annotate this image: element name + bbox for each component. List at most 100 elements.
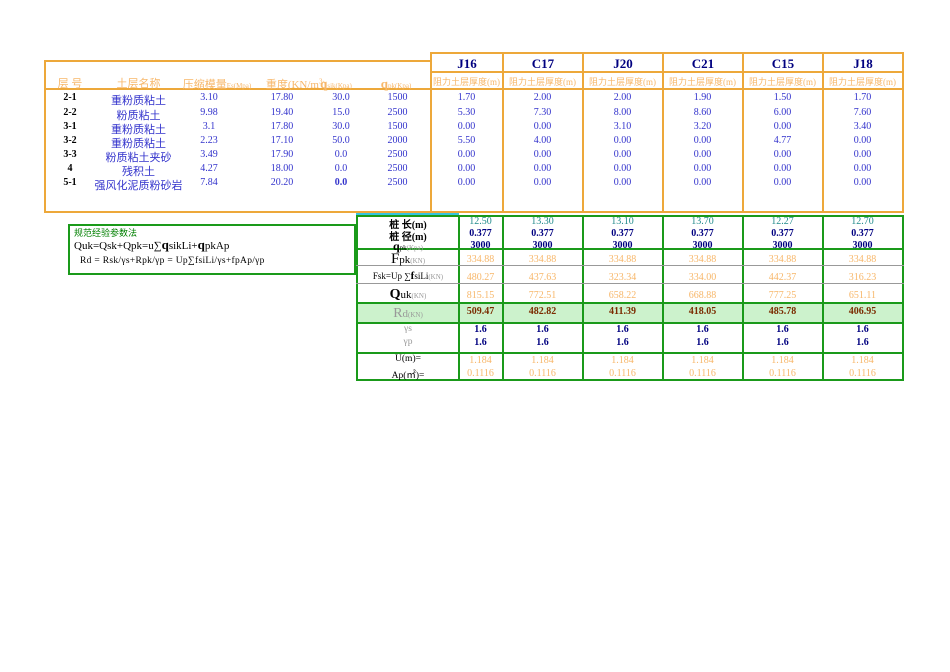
table-row: 2-1: [63, 92, 77, 103]
label-u: U(m)=: [395, 354, 421, 364]
table-row: 18.00: [270, 163, 294, 174]
qpk-subscript: pk: [387, 82, 395, 90]
table-row: 0.00: [773, 121, 792, 132]
table-row: 1.6: [696, 324, 709, 335]
table-row: 668.88: [688, 290, 717, 301]
table-row: 0.377: [469, 228, 492, 239]
table-row: 334.00: [688, 272, 717, 283]
table-row: 442.37: [768, 272, 797, 283]
table-row: 480.27: [466, 272, 495, 283]
table-row: 2.00: [613, 92, 632, 103]
table-row: 0.00: [693, 177, 712, 188]
table-row: 658.22: [608, 290, 637, 301]
table-row: 0.377: [851, 228, 874, 239]
table-row: 1.184: [691, 355, 714, 366]
table-row: 0.00: [457, 177, 476, 188]
label-fpk: Fpk(KN): [358, 251, 458, 268]
label-fsk: Fsk=Up ∑fsiLi(KN): [356, 270, 460, 282]
table-row: 509.47: [466, 306, 495, 317]
table-row: 1.6: [474, 337, 487, 348]
table-row: 0.00: [533, 177, 552, 188]
borehole-subheader: 阻力土层厚度(m): [749, 77, 816, 87]
table-row: 3-3: [63, 149, 77, 160]
table-row: 815.15: [466, 290, 495, 301]
table-row: 3000: [772, 240, 793, 251]
table-row: 6.00: [773, 107, 792, 118]
table-row: 1.184: [469, 355, 492, 366]
table-row: 0.00: [853, 135, 872, 146]
borehole-name-C17: C17: [531, 56, 555, 71]
table-row: 8.00: [613, 107, 632, 118]
borehole-subheader: 阻力土层厚度(m): [589, 77, 656, 87]
label-ap: Ap(㎡)=: [391, 371, 425, 381]
table-row: 30.0: [332, 92, 350, 103]
table-row: 1.6: [536, 337, 549, 348]
table-row: 0.00: [773, 163, 792, 174]
fsk-sub: siLi: [414, 271, 429, 281]
soil-col-header-no: 层 号: [57, 78, 83, 90]
table-row: 651.11: [848, 290, 877, 301]
table-row: 485.78: [768, 306, 797, 317]
table-row: 1.70: [457, 92, 476, 103]
table-row: 0.00: [457, 149, 476, 160]
table-row: 19.40: [270, 107, 294, 118]
table-row: 1.6: [474, 324, 487, 335]
table-row: 316.23: [848, 272, 877, 283]
formula-line1-sub2: pkAp: [204, 240, 230, 252]
table-row: 7.84: [200, 177, 218, 188]
table-row: 334.88: [608, 254, 637, 265]
quk-sub: uk: [400, 289, 412, 301]
table-row: 0.00: [457, 163, 476, 174]
rd-r-glyph: R: [393, 306, 403, 321]
formula-line1-sigma-icon: ∑: [153, 240, 162, 252]
table-row: 3000: [612, 240, 633, 251]
table-row: 0.00: [613, 135, 632, 146]
table-row: 437.63: [528, 272, 557, 283]
table-row: 0.00: [853, 163, 872, 174]
table-row: 0.1116: [769, 368, 796, 379]
table-row: 2500: [387, 149, 408, 160]
table-row: 406.95: [848, 306, 877, 317]
soil-col-header-qpk: qpk(Kpa): [355, 76, 437, 92]
table-row: 0.00: [773, 177, 792, 188]
table-row: 0.00: [533, 121, 552, 132]
table-row: 12.50: [469, 216, 492, 227]
qsik-unit: (Kpa): [335, 82, 352, 90]
borehole-name-C15: C15: [771, 56, 795, 71]
table-row: 3000: [852, 240, 873, 251]
table-row: 7.60: [853, 107, 872, 118]
soil-col-header-es-sub: Es(Mpa): [226, 82, 252, 90]
borehole-subheader: 阻力土层厚度(m): [433, 77, 500, 87]
table-row: 1.6: [856, 337, 869, 348]
formula-line1-q1: q: [161, 237, 169, 252]
table-row: 0.00: [533, 163, 552, 174]
borehole-name-J20: J20: [613, 56, 633, 71]
table-row: 3.20: [693, 121, 712, 132]
table-row: 2.00: [533, 92, 552, 103]
table-row: 4: [67, 163, 73, 174]
table-row: 0.00: [533, 149, 552, 160]
label-quk: Quk(KN): [358, 287, 458, 303]
table-row: 0.00: [613, 177, 632, 188]
table-row: 2.23: [200, 135, 218, 146]
table-row: 0.0: [334, 149, 348, 160]
table-row: 13.70: [691, 216, 714, 227]
fpk-unit: (KN): [410, 257, 426, 265]
table-row: 重粉质粘土: [111, 95, 166, 107]
table-row: 3.49: [200, 149, 218, 160]
table-row: 0.377: [611, 228, 634, 239]
table-row: 0.377: [691, 228, 714, 239]
table-row: 1.70: [853, 92, 872, 103]
borehole-name-J18: J18: [853, 56, 873, 71]
table-row: 15.0: [332, 107, 350, 118]
table-row: 1.184: [771, 355, 794, 366]
label-gamma-s: γs: [404, 324, 412, 334]
table-row: 411.39: [609, 306, 636, 317]
table-row: 5.30: [457, 107, 476, 118]
table-row: 334.88: [528, 254, 557, 265]
qsik-subscript: sik: [327, 82, 336, 90]
borehole-subheader: 阻力土层厚度(m): [669, 77, 736, 87]
table-row: 1500: [387, 92, 408, 103]
qpk-q-glyph: q: [380, 76, 388, 91]
table-row: 3-1: [63, 121, 77, 132]
